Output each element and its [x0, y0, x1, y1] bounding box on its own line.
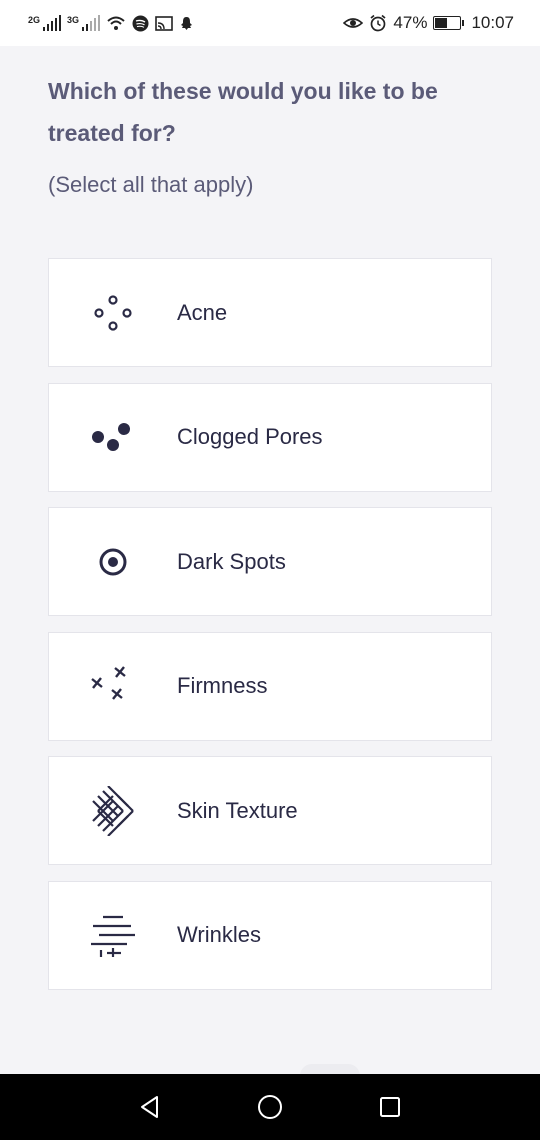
crosshatch-icon [49, 757, 177, 864]
back-button[interactable] [130, 1087, 170, 1127]
snapchat-icon [181, 16, 193, 30]
spotify-icon [132, 15, 149, 31]
option-firmness[interactable]: Firmness [48, 631, 492, 741]
alarm-icon [370, 14, 386, 32]
target-icon [49, 508, 177, 615]
wifi-icon [107, 16, 125, 30]
eye-comfort-icon [343, 18, 364, 28]
option-dark-spots[interactable]: Dark Spots [48, 507, 492, 616]
option-clogged-pores[interactable]: Clogged Pores [48, 382, 492, 492]
clogged-pores-icon [49, 384, 177, 491]
cast-icon [155, 15, 173, 31]
option-label: Dark Spots [177, 548, 286, 574]
navigation-bar [0, 1074, 540, 1140]
option-label: Clogged Pores [177, 424, 323, 449]
status-bar-right: 47% 10:07 [343, 13, 514, 33]
question-hint: (Select all that apply) [48, 172, 254, 197]
option-wrinkles[interactable]: Wrinkles [48, 880, 492, 990]
clock: 10:07 [471, 13, 514, 32]
option-label: Firmness [177, 673, 268, 698]
back-triangle-icon [141, 1096, 158, 1118]
signal-2g-icon: 2G [28, 15, 62, 31]
recents-square-icon [380, 1097, 400, 1117]
recents-button[interactable] [370, 1087, 410, 1127]
battery-icon [433, 16, 465, 30]
home-button[interactable] [250, 1087, 290, 1127]
status-bar-left: 2G 3G [28, 15, 194, 32]
option-label: Wrinkles [177, 922, 261, 947]
option-label: Acne [177, 299, 228, 325]
signal-3g-icon: 3G [67, 15, 101, 31]
option-label: Skin Texture [177, 797, 298, 823]
home-circle-icon [258, 1095, 282, 1119]
options-list: Acne Clogged Pores Dark Spots Firmness S… [48, 258, 492, 1005]
option-skin-texture[interactable]: Skin Texture [48, 756, 492, 865]
acne-dots-icon [49, 259, 177, 366]
option-acne[interactable]: Acne [48, 258, 492, 367]
crosses-icon [49, 633, 177, 740]
lines-icon [49, 882, 177, 989]
battery-percent: 47% [393, 13, 428, 32]
question-title: Which of these would you like to be trea… [48, 78, 438, 146]
status-bar: 2G 3G 47% 10:07 [0, 0, 540, 46]
